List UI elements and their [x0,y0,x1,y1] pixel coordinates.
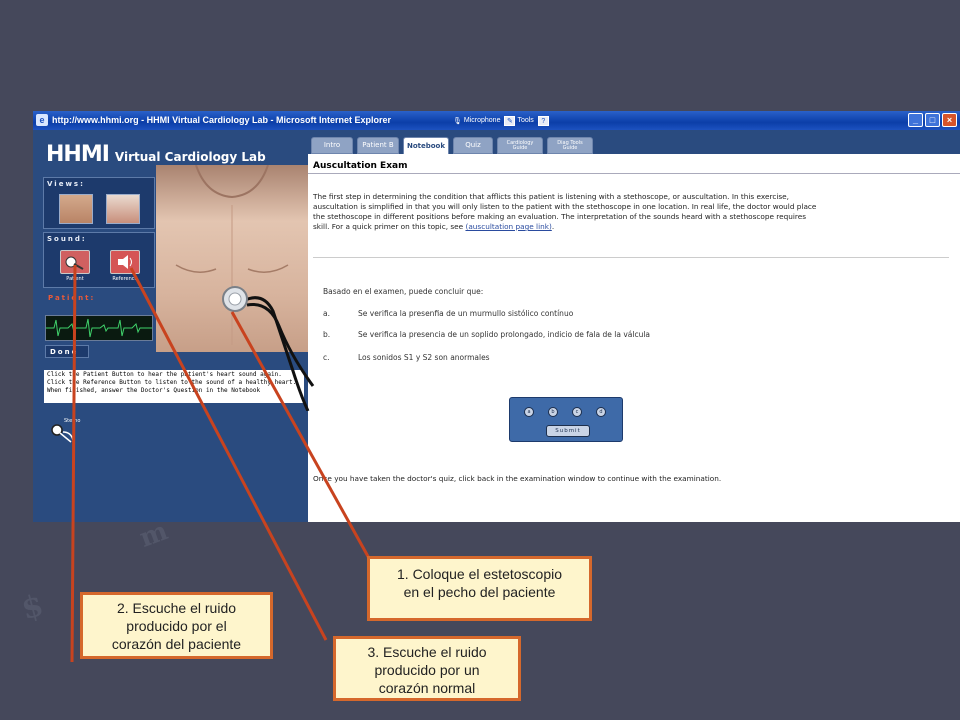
tools-icon: ✎ [504,115,516,126]
language-bar: 🎙 Microphone ✎ Tools ? [453,114,549,127]
hhmi-logo: HHMI Virtual Cardiology Lab [46,142,266,167]
callout-text: producido por el [126,618,227,634]
window-title: http://www.hhmi.org - HHMI Virtual Cardi… [52,115,392,125]
sound-heading: Sound: [47,235,87,243]
sound-reference-button[interactable] [110,250,140,274]
intro-text: skill. For a quick primer on this topic,… [313,222,466,231]
radio-d[interactable]: d [596,407,606,417]
page-title: Auscultation Exam [313,161,408,171]
radio-a[interactable]: a [524,407,534,417]
callout-text: en el pecho del paciente [403,584,556,600]
minimize-button[interactable]: _ [908,113,923,127]
stethoscope-on-chest [222,286,315,411]
intro-line: auscultation is simplified in that you w… [313,202,817,211]
footer-instruction: Once you have taken the doctor's quiz, c… [313,474,722,483]
tab-diag-tools-guide[interactable]: Diag Tools Guide [547,137,593,154]
answer-letter: a. [323,309,330,318]
auscultation-link[interactable]: (auscultation page link) [465,222,551,231]
microphone-icon: 🎙 [453,117,462,125]
speaker-icon [118,255,132,269]
callout-step-1: 1. Coloque el estetoscopio en el pecho d… [367,556,592,621]
divider [308,173,960,174]
logo-sub: Virtual Cardiology Lab [114,150,266,164]
tab-bar: Intro Patient B Notebook Quiz Cardiology… [308,130,960,154]
microphone-label: Microphone [463,117,501,124]
answer-text: Los sonidos S1 y S2 son anormales [358,353,490,362]
sound-patient-button[interactable] [60,250,90,274]
ecg-trace [46,318,152,338]
maximize-button[interactable]: □ [925,113,940,127]
tab-intro[interactable]: Intro [311,137,353,154]
answer-b: b. Se verifica la presencia de un soplido… [323,330,650,339]
divider [313,257,949,258]
callout-text: corazón normal [378,680,476,696]
callout-text: producido por un [374,662,480,678]
sound-panel: Sound: Patient Reference [43,232,155,288]
intro-paragraph: The first step in determining the condit… [313,192,953,232]
title-bar: e http://www.hhmi.org - HHMI Virtual Car… [33,111,960,130]
answer-text: Se verifica la presenfia de un murmullo … [358,309,574,318]
microphone-button[interactable]: 🎙 Microphone [453,117,500,125]
callout-text: 2. Escuche el ruido [116,600,237,616]
answer-letter: b. [323,330,331,339]
tab-quiz[interactable]: Quiz [453,137,493,154]
intro-line: The first step in determining the condit… [313,192,789,201]
view-chest-button[interactable] [59,194,93,224]
quiz-answer-panel: a b c d Submit [509,397,623,442]
ecg-display [45,315,153,341]
tab-notebook[interactable]: Notebook [403,137,449,154]
tab-patient-b[interactable]: Patient B [357,137,399,154]
stethoscope-icon [65,256,84,270]
done-button[interactable]: Done [45,345,89,358]
tab-label: Guide [512,144,528,151]
patient-heading: Patient: [48,294,96,302]
intro-line: the stethoscope in different positions b… [313,212,807,221]
logo-main: HHMI [46,142,110,167]
views-heading: Views: [47,180,85,188]
callout-step-3: 3. Escuche el ruido producido por un cor… [333,636,521,701]
sound-reference-label: Reference [112,276,138,282]
close-button[interactable]: × [942,113,957,127]
stethoscope-tool-icon[interactable] [49,420,79,450]
view-ribcage-button[interactable] [106,194,140,224]
callout-step-2: 2. Escuche el ruido producido por el cor… [80,592,273,659]
submit-button[interactable]: Submit [546,425,590,437]
answer-text: Se verifica la presencia de un soplido p… [358,330,651,339]
radio-c[interactable]: c [572,407,582,417]
quiz-question: Basado en el examen, puede concluir que: [323,287,484,296]
tools-button[interactable]: ✎ Tools [504,115,534,126]
background-decoration: $ [17,587,48,628]
intro-line-last: skill. For a quick primer on this topic,… [313,222,953,232]
tools-label: Tools [517,117,534,124]
views-panel: Views: [43,177,155,229]
answer-letter: c. [323,353,330,362]
tab-label: Guide [562,144,578,151]
ie-icon: e [36,114,48,126]
callout-text: 1. Coloque el estetoscopio [397,566,562,582]
answer-a: a. Se verifica la presenfia de un murmull… [323,309,573,318]
help-button[interactable]: ? [537,115,549,126]
callout-text: 3. Escuche el ruido [367,644,487,660]
tab-cardiology-guide[interactable]: Cardiology Guide [497,137,543,154]
callout-text: corazón del paciente [111,636,242,652]
answer-c: c. Los sonidos S1 y S2 son anormales [323,353,490,362]
sound-patient-label: Patient [66,276,84,282]
notebook-content: Intro Patient B Notebook Quiz Cardiology… [308,130,960,522]
intro-end: . [551,222,555,231]
radio-b[interactable]: b [548,407,558,417]
browser-window: e http://www.hhmi.org - HHMI Virtual Car… [33,111,960,522]
